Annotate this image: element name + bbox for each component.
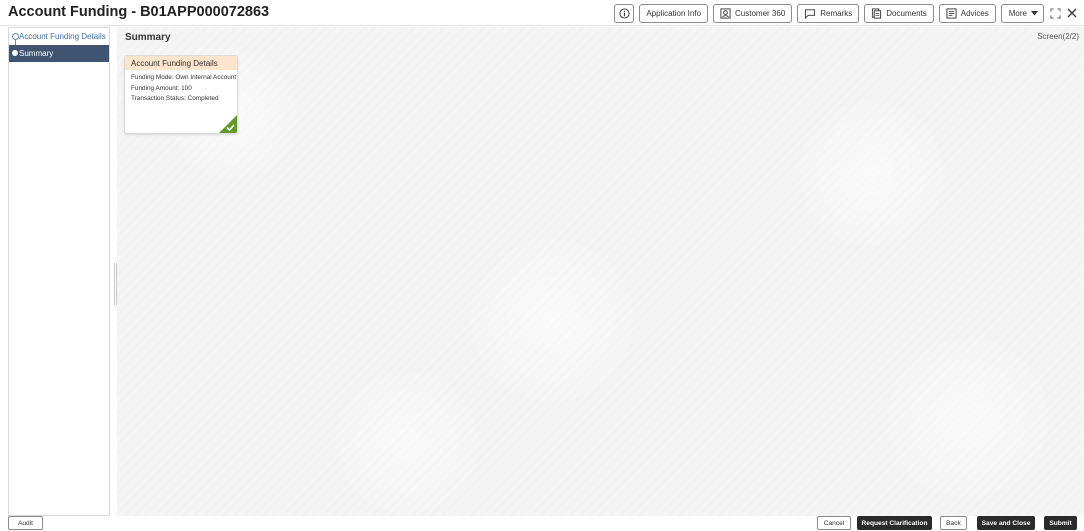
step-navigation: Account Funding Details Summary [8, 27, 110, 516]
audit-button[interactable]: Audit [8, 516, 43, 530]
customer-360-button[interactable]: Customer 360 [713, 3, 793, 23]
advices-button[interactable]: Advices [938, 3, 996, 23]
step-active-icon [12, 50, 18, 56]
section-title: Summary [125, 32, 171, 43]
advices-icon [946, 7, 957, 19]
sidebar-item-label: Summary [19, 49, 54, 58]
request-clarification-button[interactable]: Request Clarification [857, 516, 932, 530]
sidebar-item-summary[interactable]: Summary [9, 45, 109, 62]
header-actions: Application Info Customer 360 Remarks Do… [614, 3, 1078, 23]
funding-amount-text: Funding Amount: 100 [131, 84, 192, 92]
more-dropdown[interactable]: More [1000, 3, 1044, 23]
cancel-button[interactable]: Cancel [817, 516, 851, 530]
documents-icon [872, 7, 882, 19]
page-title: Account Funding - B01APP000072863 [8, 4, 270, 20]
summary-card-account-funding-details[interactable]: Account Funding Details Funding Mode: Ow… [124, 55, 238, 134]
card-title: Account Funding Details [125, 56, 237, 70]
customer-icon [720, 7, 731, 19]
card-body: Funding Mode: Own Internal Account Fundi… [125, 70, 237, 105]
transaction-status-text: Transaction Status: Completed [131, 95, 219, 102]
save-and-close-button[interactable]: Save and Close [977, 516, 1035, 530]
main-content: Summary Screen(2/2) Account Funding Deta… [117, 27, 1084, 516]
screen-indicator: Screen(2/2) [1037, 32, 1079, 41]
submit-button[interactable]: Submit [1044, 516, 1077, 530]
page-header: Account Funding - B01APP000072863 Applic… [0, 0, 1084, 26]
close-icon[interactable] [1066, 6, 1078, 20]
customer-360-label: Customer 360 [735, 8, 786, 18]
remarks-label: Remarks [820, 8, 853, 18]
funding-mode-text: Funding Mode: Own Internal Account [131, 74, 237, 81]
sidebar-item-account-funding-details[interactable]: Account Funding Details [9, 28, 109, 45]
application-info-label: Application Info [646, 8, 702, 18]
check-icon [219, 115, 237, 133]
remarks-icon [805, 8, 816, 19]
advices-label: Advices [960, 8, 989, 18]
action-footer: Audit Cancel Request Clarification Back … [0, 516, 1084, 531]
more-label: More [1008, 8, 1027, 18]
info-icon [619, 7, 630, 19]
info-button[interactable] [614, 3, 635, 23]
application-info-button[interactable]: Application Info [639, 3, 709, 23]
expand-icon[interactable] [1049, 6, 1061, 20]
caret-down-icon [1031, 10, 1038, 15]
remarks-button[interactable]: Remarks [797, 3, 860, 23]
documents-label: Documents [886, 8, 927, 18]
sidebar-item-label: Account Funding Details [19, 32, 106, 41]
documents-button[interactable]: Documents [864, 3, 934, 23]
back-button[interactable]: Back [940, 516, 967, 530]
